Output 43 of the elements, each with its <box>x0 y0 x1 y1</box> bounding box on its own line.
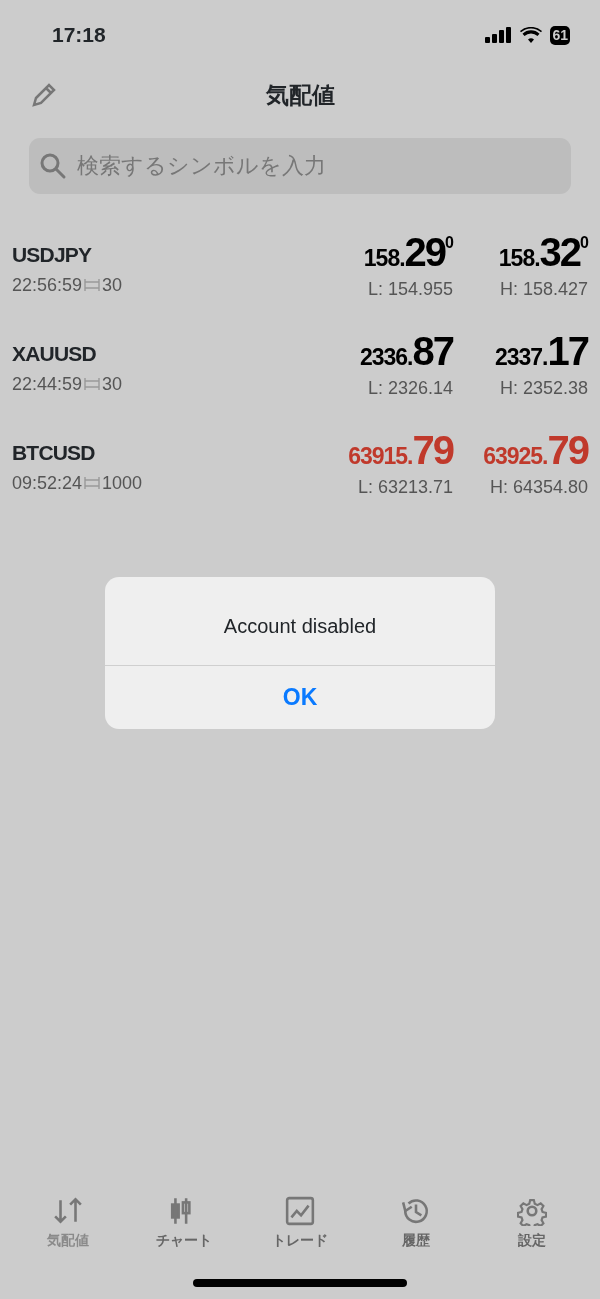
price[interactable]: 63925.79 <box>483 430 588 470</box>
arrows-icon <box>53 1196 83 1226</box>
tab-button[interactable]: チャート <box>144 1196 224 1251</box>
price[interactable]: 158.29$^{0}$ <box>363 232 453 272</box>
tab-button[interactable]: 履歴 <box>376 1196 456 1251</box>
tab-button[interactable]: 設定 <box>492 1196 572 1251</box>
tab-button[interactable]: トレード <box>260 1196 340 1251</box>
tab-button[interactable]: 気配値 <box>28 1196 108 1251</box>
symbol-name: XAUUSD <box>12 343 97 364</box>
low-price: L: 154.955 <box>367 280 453 298</box>
high-price: H: 64354.80 <box>489 478 588 496</box>
price[interactable]: 63915.79 <box>348 430 453 470</box>
signal-icon <box>485 27 513 43</box>
price[interactable]: 2337.17 <box>494 331 588 371</box>
low-price: L: 2326.14 <box>367 379 453 397</box>
clock: 17:18 <box>52 22 106 49</box>
high-price: H: 2352.38 <box>499 379 588 397</box>
spread-icon <box>84 278 101 292</box>
spread-value: 30 <box>102 375 123 393</box>
spread-value: 1000 <box>102 474 143 492</box>
ok-button[interactable]: OK <box>105 665 495 729</box>
settings-icon <box>517 1196 547 1226</box>
quote-time: 09:52:24 <box>12 474 83 492</box>
symbol-name: BTCUSD <box>12 442 96 463</box>
battery-indicator: 61 <box>550 25 570 45</box>
chart-icon <box>285 1196 315 1226</box>
price[interactable]: 2336.87 <box>359 331 453 371</box>
high-price: H: 158.427 <box>499 280 588 298</box>
search-field[interactable]: 検索するシンボルを入力 <box>29 138 571 194</box>
history-icon <box>401 1196 431 1226</box>
wifi-icon <box>520 27 543 43</box>
alert-message: Account disabled <box>222 614 378 639</box>
search-icon <box>39 152 67 180</box>
spread-icon <box>84 476 101 490</box>
price[interactable]: 158.32$^{0}$ <box>498 232 588 272</box>
spread-icon <box>84 377 101 391</box>
quote-time: 22:44:59 <box>12 375 83 393</box>
edit-icon[interactable] <box>30 81 58 109</box>
symbol-name: USDJPY <box>12 244 93 265</box>
spread-value: 30 <box>102 276 123 294</box>
low-price: L: 63213.71 <box>357 478 453 496</box>
quote-time: 22:56:59 <box>12 276 83 294</box>
screen-title: 気配値 <box>265 80 335 110</box>
